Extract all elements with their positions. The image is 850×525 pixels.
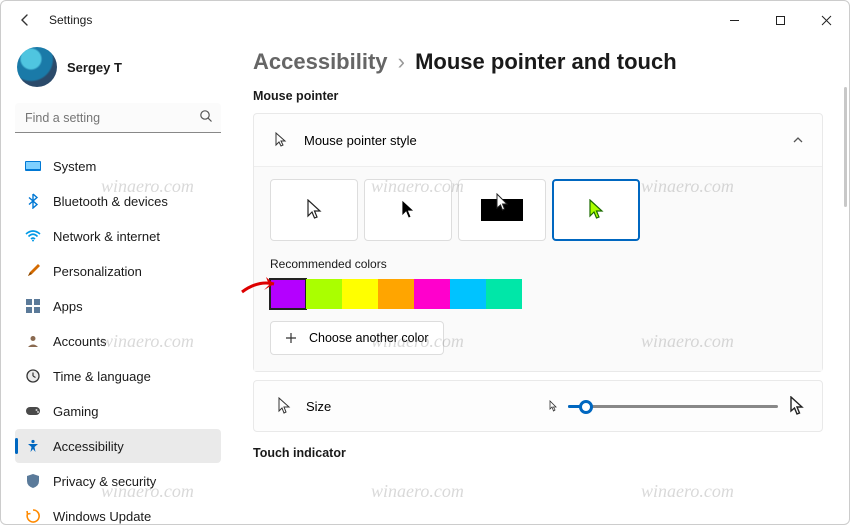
titlebar: Settings: [1, 1, 849, 39]
search-icon: [199, 109, 213, 123]
pointer-style-inverted[interactable]: [458, 179, 546, 241]
pointer-size-card: Size: [253, 380, 823, 432]
page-title: Mouse pointer and touch: [415, 49, 677, 74]
maximize-button[interactable]: [757, 1, 803, 39]
pointer-style-black[interactable]: [364, 179, 452, 241]
profile-name: Sergey T: [67, 60, 122, 75]
back-button[interactable]: [15, 10, 35, 30]
pointer-icon: [272, 131, 290, 149]
plus-icon: [285, 332, 297, 344]
chevron-right-icon: ›: [398, 49, 405, 74]
size-slider-area: [548, 396, 804, 416]
nav: System Bluetooth & devices Network & int…: [15, 149, 221, 524]
shield-icon: [25, 473, 41, 489]
pointer-style-card: Mouse pointer style: [253, 113, 823, 372]
sidebar-item-system[interactable]: System: [15, 149, 221, 183]
sidebar-item-network[interactable]: Network & internet: [15, 219, 221, 253]
sidebar-item-accessibility[interactable]: Accessibility: [15, 429, 221, 463]
pointer-style-header[interactable]: Mouse pointer style: [254, 114, 822, 166]
sidebar-item-label: Accounts: [53, 334, 106, 349]
bluetooth-icon: [25, 193, 41, 209]
pointer-style-body: Recommended colors Choose another color: [254, 166, 822, 371]
sidebar-item-label: Gaming: [53, 404, 99, 419]
sidebar-item-bluetooth[interactable]: Bluetooth & devices: [15, 184, 221, 218]
slider-thumb[interactable]: [579, 400, 593, 414]
sidebar-item-label: Accessibility: [53, 439, 124, 454]
wifi-icon: [25, 228, 41, 244]
gaming-icon: [25, 403, 41, 419]
pointer-style-custom[interactable]: [552, 179, 640, 241]
breadcrumb-parent[interactable]: Accessibility: [253, 49, 388, 74]
choose-color-label: Choose another color: [309, 331, 429, 345]
pointer-size-icon: [276, 397, 292, 415]
size-slider[interactable]: [568, 396, 778, 416]
accessibility-icon: [25, 438, 41, 454]
color-swatch-2[interactable]: [342, 279, 378, 309]
sidebar-item-label: Personalization: [53, 264, 142, 279]
color-swatch-5[interactable]: [450, 279, 486, 309]
avatar: [17, 47, 57, 87]
pointer-size-row[interactable]: Size: [254, 381, 822, 431]
window-controls: [711, 1, 849, 39]
search-box[interactable]: [15, 103, 221, 133]
brush-icon: [25, 263, 41, 279]
sidebar-item-label: Time & language: [53, 369, 151, 384]
sidebar-item-apps[interactable]: Apps: [15, 289, 221, 323]
window-title: Settings: [49, 13, 92, 27]
sidebar: Sergey T System Bluetooth & devices Netw…: [1, 39, 231, 524]
sidebar-item-time[interactable]: Time & language: [15, 359, 221, 393]
sidebar-item-update[interactable]: Windows Update: [15, 499, 221, 524]
breadcrumb: Accessibility › Mouse pointer and touch: [253, 49, 823, 75]
choose-another-color-button[interactable]: Choose another color: [270, 321, 444, 355]
search-input[interactable]: [15, 103, 221, 133]
sidebar-item-personalization[interactable]: Personalization: [15, 254, 221, 288]
sidebar-item-label: Apps: [53, 299, 83, 314]
color-swatch-0[interactable]: [270, 279, 306, 309]
sidebar-item-label: Windows Update: [53, 509, 151, 524]
pointer-size-label: Size: [306, 399, 331, 414]
update-icon: [25, 508, 41, 524]
accounts-icon: [25, 333, 41, 349]
minimize-button[interactable]: [711, 1, 757, 39]
sidebar-item-accounts[interactable]: Accounts: [15, 324, 221, 358]
sidebar-item-label: Network & internet: [53, 229, 160, 244]
pointer-style-label: Mouse pointer style: [304, 133, 417, 148]
sidebar-item-privacy[interactable]: Privacy & security: [15, 464, 221, 498]
color-swatch-6[interactable]: [486, 279, 522, 309]
scrollbar[interactable]: [844, 87, 847, 207]
sidebar-item-label: System: [53, 159, 96, 174]
system-icon: [25, 158, 41, 174]
large-cursor-icon: [788, 396, 804, 416]
main-content: Accessibility › Mouse pointer and touch …: [231, 39, 849, 524]
color-swatches: [270, 279, 806, 309]
pointer-style-white[interactable]: [270, 179, 358, 241]
small-cursor-icon: [548, 400, 558, 412]
sidebar-item-label: Bluetooth & devices: [53, 194, 168, 209]
recommended-colors-label: Recommended colors: [270, 257, 806, 271]
chevron-up-icon: [792, 134, 804, 146]
color-swatch-3[interactable]: [378, 279, 414, 309]
profile[interactable]: Sergey T: [15, 47, 221, 87]
close-button[interactable]: [803, 1, 849, 39]
section-label-pointer: Mouse pointer: [253, 89, 823, 103]
sidebar-item-gaming[interactable]: Gaming: [15, 394, 221, 428]
color-swatch-4[interactable]: [414, 279, 450, 309]
color-swatch-1[interactable]: [306, 279, 342, 309]
section-label-touch: Touch indicator: [253, 446, 823, 460]
apps-icon: [25, 298, 41, 314]
clock-icon: [25, 368, 41, 384]
sidebar-item-label: Privacy & security: [53, 474, 156, 489]
pointer-style-options: [270, 179, 806, 241]
